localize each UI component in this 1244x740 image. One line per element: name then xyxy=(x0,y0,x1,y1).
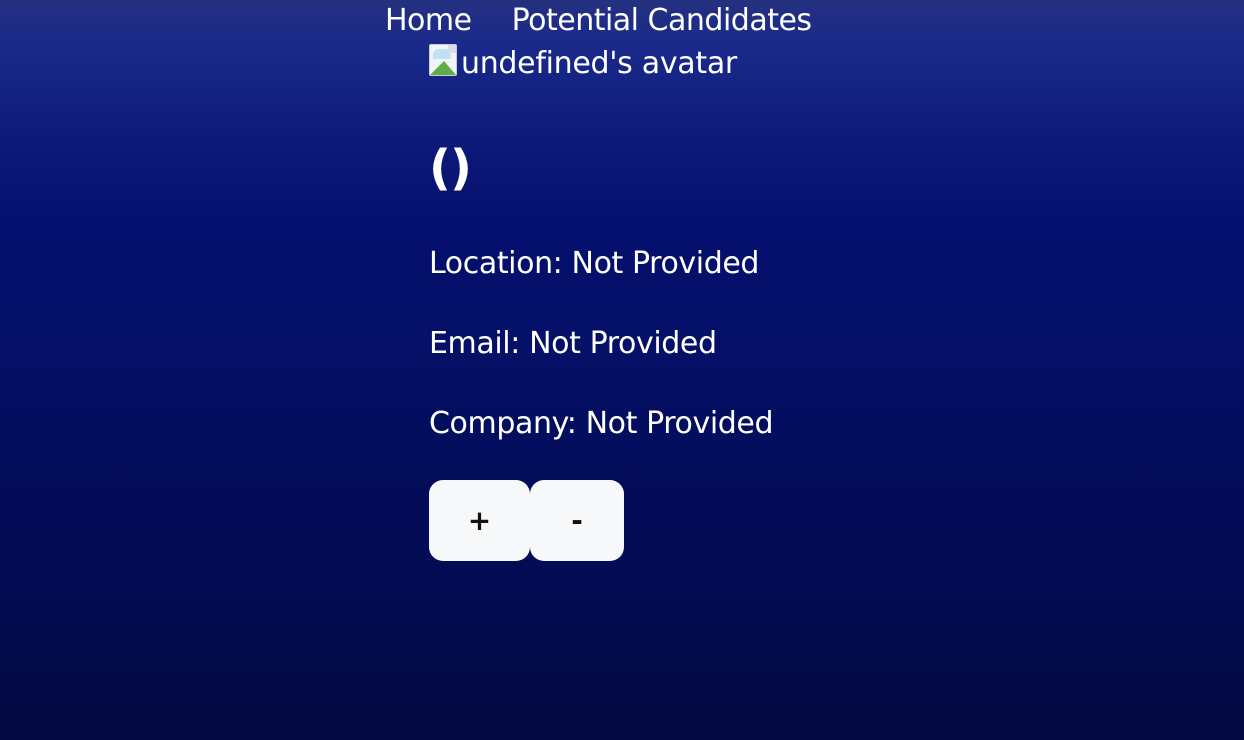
reject-candidate-button[interactable]: - xyxy=(530,480,624,561)
candidate-actions: + - xyxy=(429,480,773,561)
main-nav: Home Potential Candidates xyxy=(385,0,812,40)
candidate-email: Email: Not Provided xyxy=(429,326,717,361)
candidate-location: Location: Not Provided xyxy=(429,246,760,281)
nav-potential-candidates-link[interactable]: Potential Candidates xyxy=(512,3,812,38)
candidate-avatar: undefined's avatar xyxy=(429,44,773,92)
candidate-company: Company: Not Provided xyxy=(429,406,774,441)
nav-home-link[interactable]: Home xyxy=(385,3,472,38)
candidate-name: () xyxy=(429,140,472,196)
broken-image-icon xyxy=(429,44,461,76)
candidate-card: undefined's avatar () Location: Not Prov… xyxy=(429,44,774,561)
add-candidate-button[interactable]: + xyxy=(429,480,530,561)
avatar-alt-text: undefined's avatar xyxy=(461,46,737,81)
